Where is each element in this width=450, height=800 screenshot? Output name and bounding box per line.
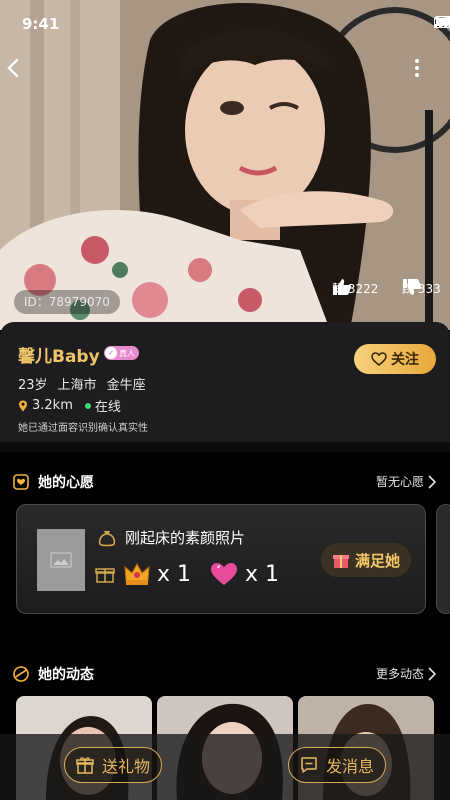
gift-icon <box>76 757 94 774</box>
back-button[interactable] <box>6 58 34 86</box>
more-vertical-icon <box>415 59 419 77</box>
send-gift-label: 送礼物 <box>101 757 150 776</box>
gift-box-icon <box>332 555 349 568</box>
profile-meta-row: 3.2km 在线 <box>18 396 121 415</box>
online-label: 在线 <box>94 400 121 415</box>
send-message-button[interactable]: 发消息 <box>288 747 386 783</box>
wish-section-title: 她的心愿 <box>38 475 94 491</box>
next-wish-card-peek <box>436 504 450 614</box>
chevron-left-icon <box>7 58 19 78</box>
bottom-action-bar: 送礼物 发消息 <box>0 734 450 800</box>
verification-note: 她已通过面容识别确认真实性 <box>18 423 148 434</box>
moments-section-title: 她的动态 <box>38 667 94 683</box>
profile-name: 馨儿Baby <box>18 347 100 367</box>
wish-more-link[interactable]: 暂无心愿 <box>376 473 436 490</box>
status-time: 9:41 <box>22 15 60 33</box>
follow-button[interactable]: 关注 <box>354 344 436 374</box>
profile-distance: 3.2km <box>32 398 73 413</box>
profile-photo-illustration <box>0 0 450 330</box>
crown-gift-icon <box>124 562 150 585</box>
gift-count-2: x 1 <box>245 561 280 587</box>
wish-more-label: 暂无心愿 <box>375 475 424 489</box>
follow-label: 关注 <box>391 352 419 368</box>
profile-city: 上海市 <box>57 378 97 393</box>
send-gift-button[interactable]: 送礼物 <box>64 747 162 783</box>
send-message-label: 发消息 <box>325 757 374 776</box>
distance-item: 3.2km <box>18 398 73 413</box>
gift-count-1: x 1 <box>157 561 192 587</box>
wish-thumbnail <box>37 529 85 591</box>
satisfy-label: 满足她 <box>354 551 400 570</box>
heart-gift-icon <box>211 563 238 585</box>
moments-section-header: 她的动态 更多动态 <box>0 662 450 686</box>
message-icon <box>301 757 317 773</box>
profile-panel: 馨儿Baby ✓ 真人 关注 23岁 上海市 金牛座 3.2km 在线 她已通过… <box>0 322 450 442</box>
thumbs-up-icon <box>333 279 352 295</box>
satisfy-button[interactable]: 满足她 <box>321 543 411 577</box>
like-button[interactable]: 赞 3222 <box>332 278 378 297</box>
status-bar: 9:41 <box>0 0 450 44</box>
user-id-pill: ID：78979070 <box>14 290 120 314</box>
chevron-right-icon <box>428 666 436 681</box>
real-person-icon: ✓ <box>105 347 117 359</box>
wish-card[interactable]: 刚起床的素颜照片 x 1 x 1 满足她 <box>16 504 426 614</box>
profile-info-row: 23岁 上海市 金牛座 <box>18 374 146 393</box>
profile-age: 23岁 <box>18 378 48 393</box>
wish-item-title: 刚起床的素颜照片 <box>125 529 246 547</box>
image-placeholder-icon <box>50 552 72 568</box>
moments-more-label: 更多动态 <box>375 667 424 681</box>
wish-section-header: 她的心愿 暂无心愿 <box>0 470 450 494</box>
online-dot-icon <box>84 402 91 409</box>
profile-photo[interactable]: 9:41 ID：78979070 赞 3222 踩 333 <box>0 0 450 330</box>
real-person-badge: ✓ 真人 <box>104 346 139 360</box>
real-person-label: 真人 <box>119 348 135 358</box>
section-divider <box>0 442 450 452</box>
heart-outline-icon <box>371 352 387 366</box>
more-options-button[interactable] <box>414 58 442 86</box>
battery-icon <box>434 16 450 28</box>
wish-gifts: x 1 x 1 <box>95 561 297 587</box>
moments-more-link[interactable]: 更多动态 <box>376 665 436 682</box>
wish-icon <box>13 474 29 490</box>
profile-zodiac: 金牛座 <box>106 378 146 393</box>
online-status: 在线 <box>84 396 121 415</box>
moments-icon <box>13 666 29 682</box>
money-bag-icon <box>98 531 116 547</box>
thumbs-down-icon <box>403 279 422 295</box>
gift-box-small-icon <box>95 568 115 583</box>
chevron-right-icon <box>428 474 436 489</box>
location-pin-icon <box>19 400 27 411</box>
dislike-button[interactable]: 踩 333 <box>402 278 441 297</box>
